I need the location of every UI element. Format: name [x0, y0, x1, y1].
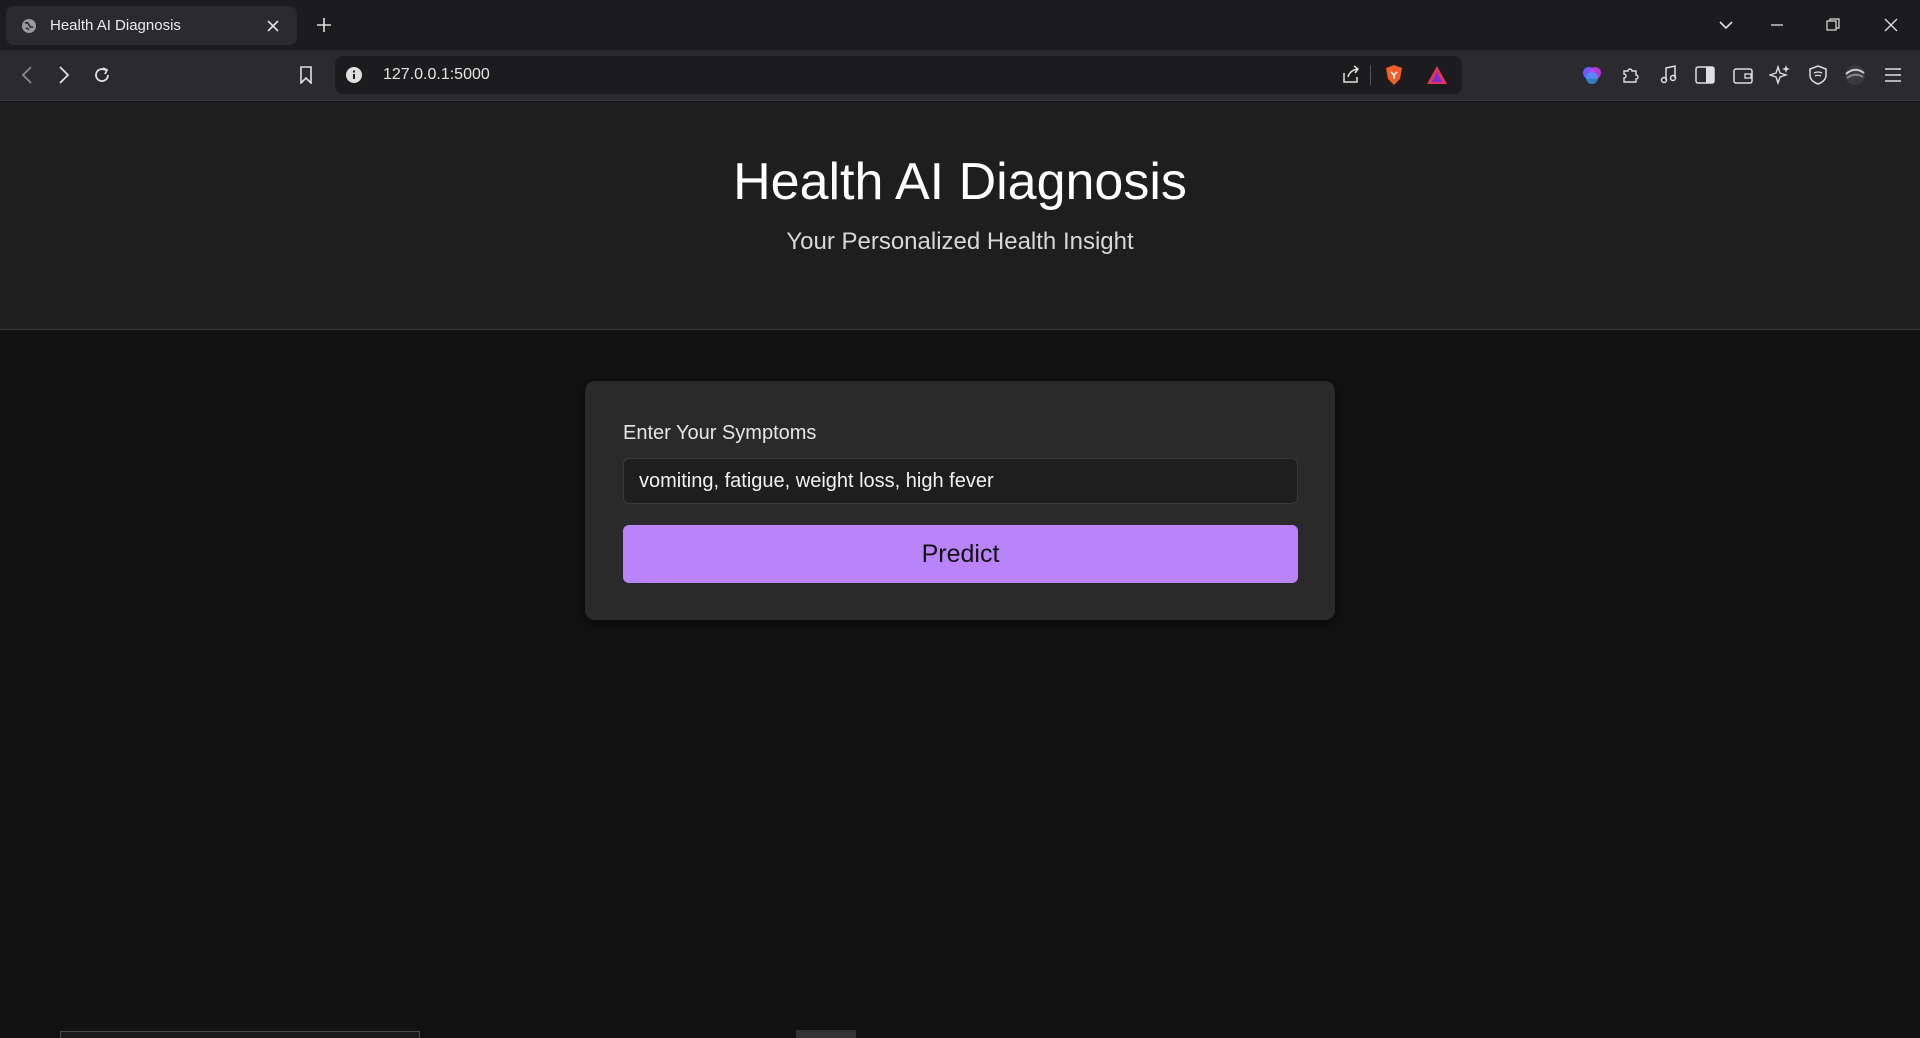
close-tab-icon[interactable]: [263, 16, 283, 36]
brave-shields-icon[interactable]: [1382, 63, 1406, 87]
close-window-icon[interactable]: [1879, 13, 1903, 37]
share-icon[interactable]: [1339, 63, 1363, 87]
symptom-form-card: Enter Your Symptoms Predict: [585, 381, 1335, 620]
brave-rewards-icon[interactable]: [1425, 63, 1449, 87]
tab-search-chevron-icon[interactable]: [1714, 13, 1738, 37]
symptoms-input[interactable]: [623, 458, 1298, 504]
bookmark-icon[interactable]: [293, 62, 319, 88]
divider: [1370, 65, 1371, 85]
devtools-panel-edge: [60, 1031, 420, 1038]
symptoms-label: Enter Your Symptoms: [623, 422, 817, 444]
forward-icon[interactable]: [51, 62, 77, 88]
minimize-icon[interactable]: [1765, 13, 1789, 37]
restore-icon[interactable]: [1821, 13, 1845, 37]
reload-icon[interactable]: [89, 62, 115, 88]
bottom-edge: [0, 1030, 1920, 1038]
leo-ai-icon[interactable]: [1579, 62, 1605, 88]
page-header: Health AI Diagnosis Your Personalized He…: [0, 102, 1920, 330]
sparkle-icon[interactable]: [1767, 62, 1793, 88]
globe-icon: [20, 17, 38, 35]
site-info-icon[interactable]: [345, 66, 363, 84]
media-icon[interactable]: [1655, 62, 1681, 88]
predict-button[interactable]: Predict: [623, 525, 1298, 583]
extensions-icon[interactable]: [1617, 62, 1643, 88]
scrollbar-thumb[interactable]: [796, 1030, 856, 1038]
browser-tab[interactable]: Health AI Diagnosis: [6, 6, 297, 45]
tab-title: Health AI Diagnosis: [50, 17, 181, 34]
browser-tab-bar: Health AI Diagnosis: [0, 0, 1920, 50]
vpn-shield-icon[interactable]: [1805, 62, 1831, 88]
menu-icon[interactable]: [1880, 62, 1906, 88]
page-subtitle: Your Personalized Health Insight: [786, 228, 1134, 255]
page-title: Health AI Diagnosis: [733, 153, 1187, 211]
browser-toolbar: 127.0.0.1:5000: [0, 50, 1920, 101]
url-text: 127.0.0.1:5000: [383, 66, 490, 83]
sidebar-icon[interactable]: [1692, 62, 1718, 88]
wallet-icon[interactable]: [1730, 62, 1756, 88]
profile-avatar-icon[interactable]: [1842, 62, 1868, 88]
back-icon[interactable]: [14, 62, 40, 88]
new-tab-button[interactable]: [312, 13, 336, 37]
address-bar[interactable]: 127.0.0.1:5000: [335, 56, 1462, 94]
